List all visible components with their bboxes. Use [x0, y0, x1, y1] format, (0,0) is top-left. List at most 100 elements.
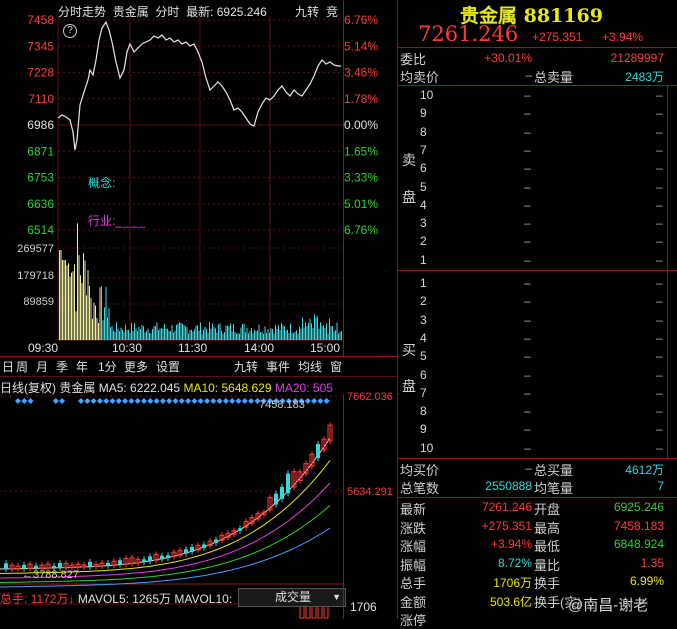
stat-label: 最高 — [534, 520, 561, 536]
tab-overlay-2[interactable]: 均线 — [298, 358, 322, 376]
sell-price: – — [524, 252, 531, 267]
buy-volume: – — [656, 294, 663, 309]
quote-change: +275.351 — [532, 30, 583, 44]
vol-total: 总手: 1172万↓ — [0, 592, 75, 606]
buy-row: 6 – – — [400, 368, 670, 386]
stat-value: 1706万 — [493, 576, 532, 590]
buy-price: – — [524, 440, 531, 455]
sell-level: 8 — [420, 124, 427, 139]
pct-tick: 3.33% — [344, 171, 378, 185]
price-tick: 7458 — [27, 13, 54, 27]
sell-price: – — [524, 124, 531, 139]
total-trades-value: 2550888 — [485, 479, 532, 493]
buy-row: 8 – – — [400, 404, 670, 422]
pct-tick: 5.01% — [344, 197, 378, 211]
tab-period-5[interactable]: 1分 — [98, 358, 117, 376]
price-tick: 6753 — [27, 171, 54, 185]
chevron-down-icon: ▼ — [332, 592, 341, 602]
buy-level: 2 — [420, 294, 427, 309]
sell-level: 1 — [420, 252, 427, 267]
time-tick: 11:30 — [178, 341, 207, 355]
buy-volume: – — [656, 422, 663, 437]
avg-trade-label: 均笔量 — [534, 481, 574, 496]
time-tick: 10:30 — [112, 341, 142, 355]
sell-volume: – — [656, 161, 663, 176]
sell-volume: – — [656, 106, 663, 121]
weibi-label: 委比 — [400, 52, 427, 67]
buy-volume: – — [656, 440, 663, 455]
tab-overlay-1[interactable]: 事件 — [266, 358, 290, 376]
buy-level: 3 — [420, 312, 427, 327]
buy-price: – — [524, 367, 531, 382]
tab-period-2[interactable]: 月 — [36, 358, 48, 376]
sell-row: 3 – – — [400, 216, 670, 234]
tab-overlay-3[interactable]: 窗 — [330, 358, 342, 376]
pct-tick: 6.76% — [344, 13, 378, 27]
stat-value: 7458.183 — [613, 518, 664, 533]
total-sell-label: 总卖量 — [534, 70, 574, 85]
vol-indicator-select[interactable]: 成交量 ▼ — [238, 588, 346, 607]
price-tick: 6986 — [27, 118, 54, 132]
buy-level: 1 — [420, 276, 427, 290]
stat-value: 8.72% — [497, 555, 532, 570]
buy-row: 3 – – — [400, 313, 670, 331]
sell-level: 7 — [420, 142, 427, 157]
sell-level: 4 — [420, 197, 427, 212]
stat-value: 503.6亿 — [489, 594, 532, 609]
price-tick: 7345 — [27, 39, 54, 53]
intraday-chart[interactable]: 7458 6.76% 7345 5.14% 7228 3.46% 7110 1.78% 6986… — [0, 0, 398, 356]
kline-high-marker: 7458.183 — [259, 399, 305, 411]
tab-period-0[interactable]: 日 — [2, 358, 14, 376]
buy-volume: – — [656, 404, 663, 419]
buy-row: 7 – – — [400, 386, 670, 404]
buy-price: – — [524, 404, 531, 419]
pct-tick: 1.78% — [344, 92, 378, 106]
avg-trade-value: 7 — [657, 479, 664, 493]
stat-value: 6.99% — [629, 574, 664, 588]
price-tick: 6514 — [27, 223, 54, 237]
tab-period-4[interactable]: 年 — [76, 358, 88, 376]
ma10-label: MA10: 5648.629 — [183, 381, 272, 395]
sell-row: 2 – – — [400, 234, 670, 252]
buy-volume: – — [656, 312, 663, 327]
stat-label: 涨停 — [400, 613, 427, 628]
stat-label: 开盘 — [534, 502, 561, 517]
tab-period-6[interactable]: 更多 — [124, 358, 148, 376]
sell-price: – — [524, 161, 531, 176]
tab-period-3[interactable]: 季 — [56, 358, 68, 376]
avg-sell-label: 均卖价 — [400, 70, 440, 85]
sell-level: 10 — [420, 88, 434, 102]
stat-label: 涨跌 — [400, 520, 427, 536]
pct-tick: 6.76% — [344, 223, 378, 237]
buy-level: 8 — [420, 404, 427, 419]
vol-header: 总手: 1172万↓ MAVOL5: 1265万 MAVOL10: — [0, 590, 232, 607]
total-trades-label: 总笔数 — [400, 481, 440, 496]
kline-chart[interactable] — [0, 394, 398, 619]
buy-volume: – — [656, 330, 663, 345]
buy-volume: – — [656, 367, 663, 382]
vol-axis: 1706 — [350, 600, 377, 614]
kline-axis-top: 7662.036 — [347, 391, 393, 403]
sell-row: 5 – – — [400, 180, 670, 198]
sell-volume: – — [656, 179, 663, 194]
buy-level: 6 — [420, 367, 427, 382]
buy-price: – — [524, 422, 531, 437]
buy-row: 5 – – — [400, 349, 670, 367]
sell-price: – — [524, 142, 531, 157]
sell-row: 7 – – — [400, 143, 670, 161]
pct-tick: 3.46% — [344, 66, 378, 80]
volume-tick: 179718 — [17, 270, 54, 282]
stat-value: 7261.246 — [481, 500, 532, 514]
stat-value: 6925.246 — [613, 500, 664, 514]
sell-price: – — [524, 216, 531, 231]
tab-period-7[interactable]: 设置 — [156, 358, 180, 376]
sell-level: 2 — [420, 234, 427, 249]
sell-price: – — [524, 197, 531, 212]
stat-label: 金额 — [400, 594, 427, 610]
sell-row: 8 – – — [400, 125, 670, 143]
sell-price: – — [524, 179, 531, 194]
sell-row: 4 – – — [400, 198, 670, 216]
tab-period-1[interactable]: 周 — [16, 358, 28, 376]
stat-value: +3.94% — [490, 537, 532, 551]
tab-overlay-0[interactable]: 九转 — [234, 358, 258, 376]
